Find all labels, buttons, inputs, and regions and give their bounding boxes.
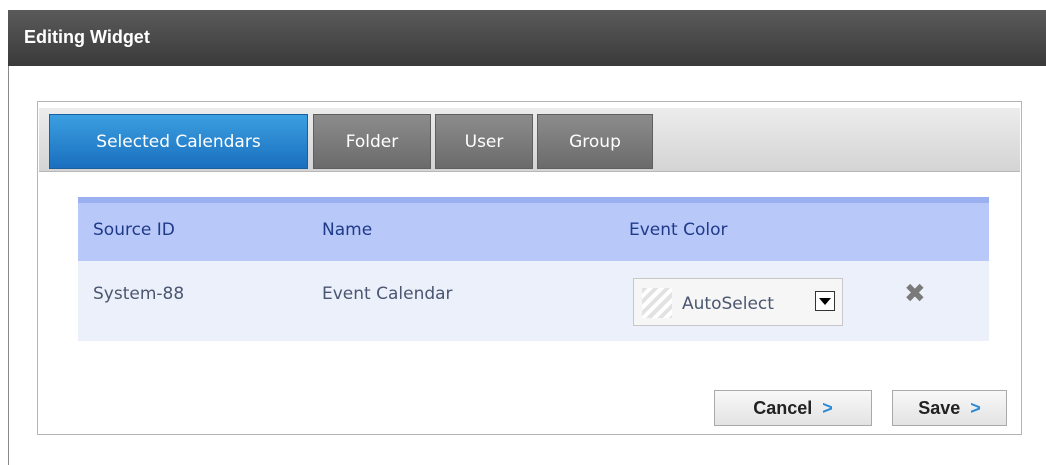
chevron-down-icon[interactable] (815, 291, 835, 311)
window-title: Editing Widget (24, 27, 150, 47)
header-source-id: Source ID (93, 220, 175, 240)
window-titlebar: Editing Widget (8, 10, 1046, 66)
chevron-right-icon: > (970, 397, 981, 418)
chevron-right-icon: > (822, 397, 833, 418)
cell-source-id: System-88 (93, 284, 185, 304)
calendar-table: Source ID Name Event Color System-88 Eve… (78, 197, 989, 341)
event-color-value: AutoSelect (682, 294, 774, 314)
save-button[interactable]: Save > (892, 390, 1007, 426)
tab-group[interactable]: Group (537, 114, 653, 169)
header-event-color: Event Color (629, 220, 728, 240)
event-color-select[interactable]: AutoSelect (633, 278, 843, 326)
tab-user[interactable]: User (435, 114, 533, 169)
header-name: Name (322, 220, 373, 240)
widget-panel: Selected Calendars Folder User Group Sou… (37, 101, 1022, 435)
close-x-icon[interactable]: ✖ (904, 279, 926, 309)
tab-selected-calendars[interactable]: Selected Calendars (49, 114, 308, 169)
tab-label: Selected Calendars (96, 131, 261, 152)
tab-label: Group (569, 131, 621, 152)
tab-folder[interactable]: Folder (313, 114, 431, 169)
tab-label: User (464, 131, 504, 152)
table-header: Source ID Name Event Color (78, 197, 989, 261)
save-label: Save (918, 397, 961, 418)
table-row: System-88 Event Calendar AutoSelect ✖ (78, 261, 989, 341)
cancel-button[interactable]: Cancel > (714, 390, 872, 426)
color-swatch (642, 288, 672, 318)
cancel-label: Cancel (753, 397, 813, 418)
tab-label: Folder (345, 131, 399, 152)
cell-name: Event Calendar (322, 284, 453, 304)
tab-bar: Selected Calendars Folder User Group (39, 108, 1020, 172)
